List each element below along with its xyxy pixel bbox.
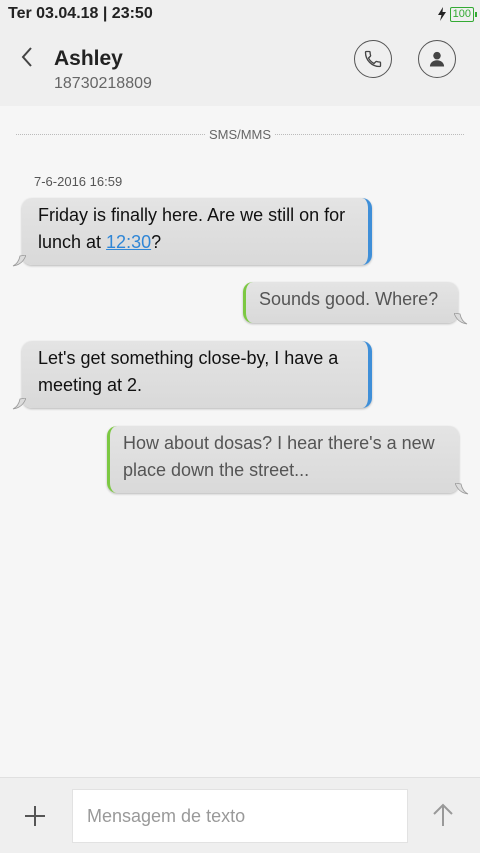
bubble-tail xyxy=(12,398,26,410)
conversation-header: Ashley 18730218809 xyxy=(0,28,480,106)
message-text: Friday is finally here. Are we still on … xyxy=(38,205,346,252)
message-text: Sounds good. Where? xyxy=(259,289,439,309)
divider-line xyxy=(16,133,205,135)
call-button[interactable] xyxy=(354,40,392,78)
phone-icon xyxy=(364,50,382,68)
message-text: How about dosas? I hear there's a new pl… xyxy=(123,433,435,480)
back-button[interactable] xyxy=(14,44,40,70)
message-composer xyxy=(0,777,480,853)
channel-divider: SMS/MMS xyxy=(16,124,464,144)
bubble-tail xyxy=(455,483,469,495)
incoming-message[interactable]: Friday is finally here. Are we still on … xyxy=(12,198,372,267)
incoming-message[interactable]: Let's get something close-by, I have a m… xyxy=(12,341,372,410)
bubble-tail xyxy=(454,313,468,325)
chevron-left-icon xyxy=(21,47,32,67)
contact-number: 18730218809 xyxy=(54,75,152,92)
contact-name: Ashley xyxy=(54,47,123,70)
contact-profile-button[interactable] xyxy=(418,40,456,78)
message-text: Let's get something close-by, I have a m… xyxy=(38,348,339,395)
plus-icon xyxy=(25,806,45,826)
outgoing-message[interactable]: How about dosas? I hear there's a new pl… xyxy=(107,426,469,495)
divider-line xyxy=(275,133,464,135)
battery-icon: 100 xyxy=(449,6,478,22)
channel-label: SMS/MMS xyxy=(208,126,272,142)
person-icon xyxy=(429,51,445,67)
add-attachment-button[interactable] xyxy=(20,801,50,831)
outgoing-message[interactable]: Sounds good. Where? xyxy=(243,282,468,325)
message-input[interactable] xyxy=(72,789,408,843)
message-text: ? xyxy=(151,232,162,252)
message-timestamp: 7-6-2016 16:59 xyxy=(34,174,123,189)
charging-icon xyxy=(437,7,446,21)
send-button[interactable] xyxy=(428,800,458,830)
time-link[interactable]: 12:30 xyxy=(106,232,151,252)
arrow-up-icon xyxy=(433,803,453,826)
status-bar: Ter 03.04.18 | 23:50 100 xyxy=(0,0,480,28)
status-datetime: Ter 03.04.18 | 23:50 xyxy=(8,5,153,22)
bubble-tail xyxy=(12,255,26,267)
status-icons: 100 xyxy=(437,6,478,22)
